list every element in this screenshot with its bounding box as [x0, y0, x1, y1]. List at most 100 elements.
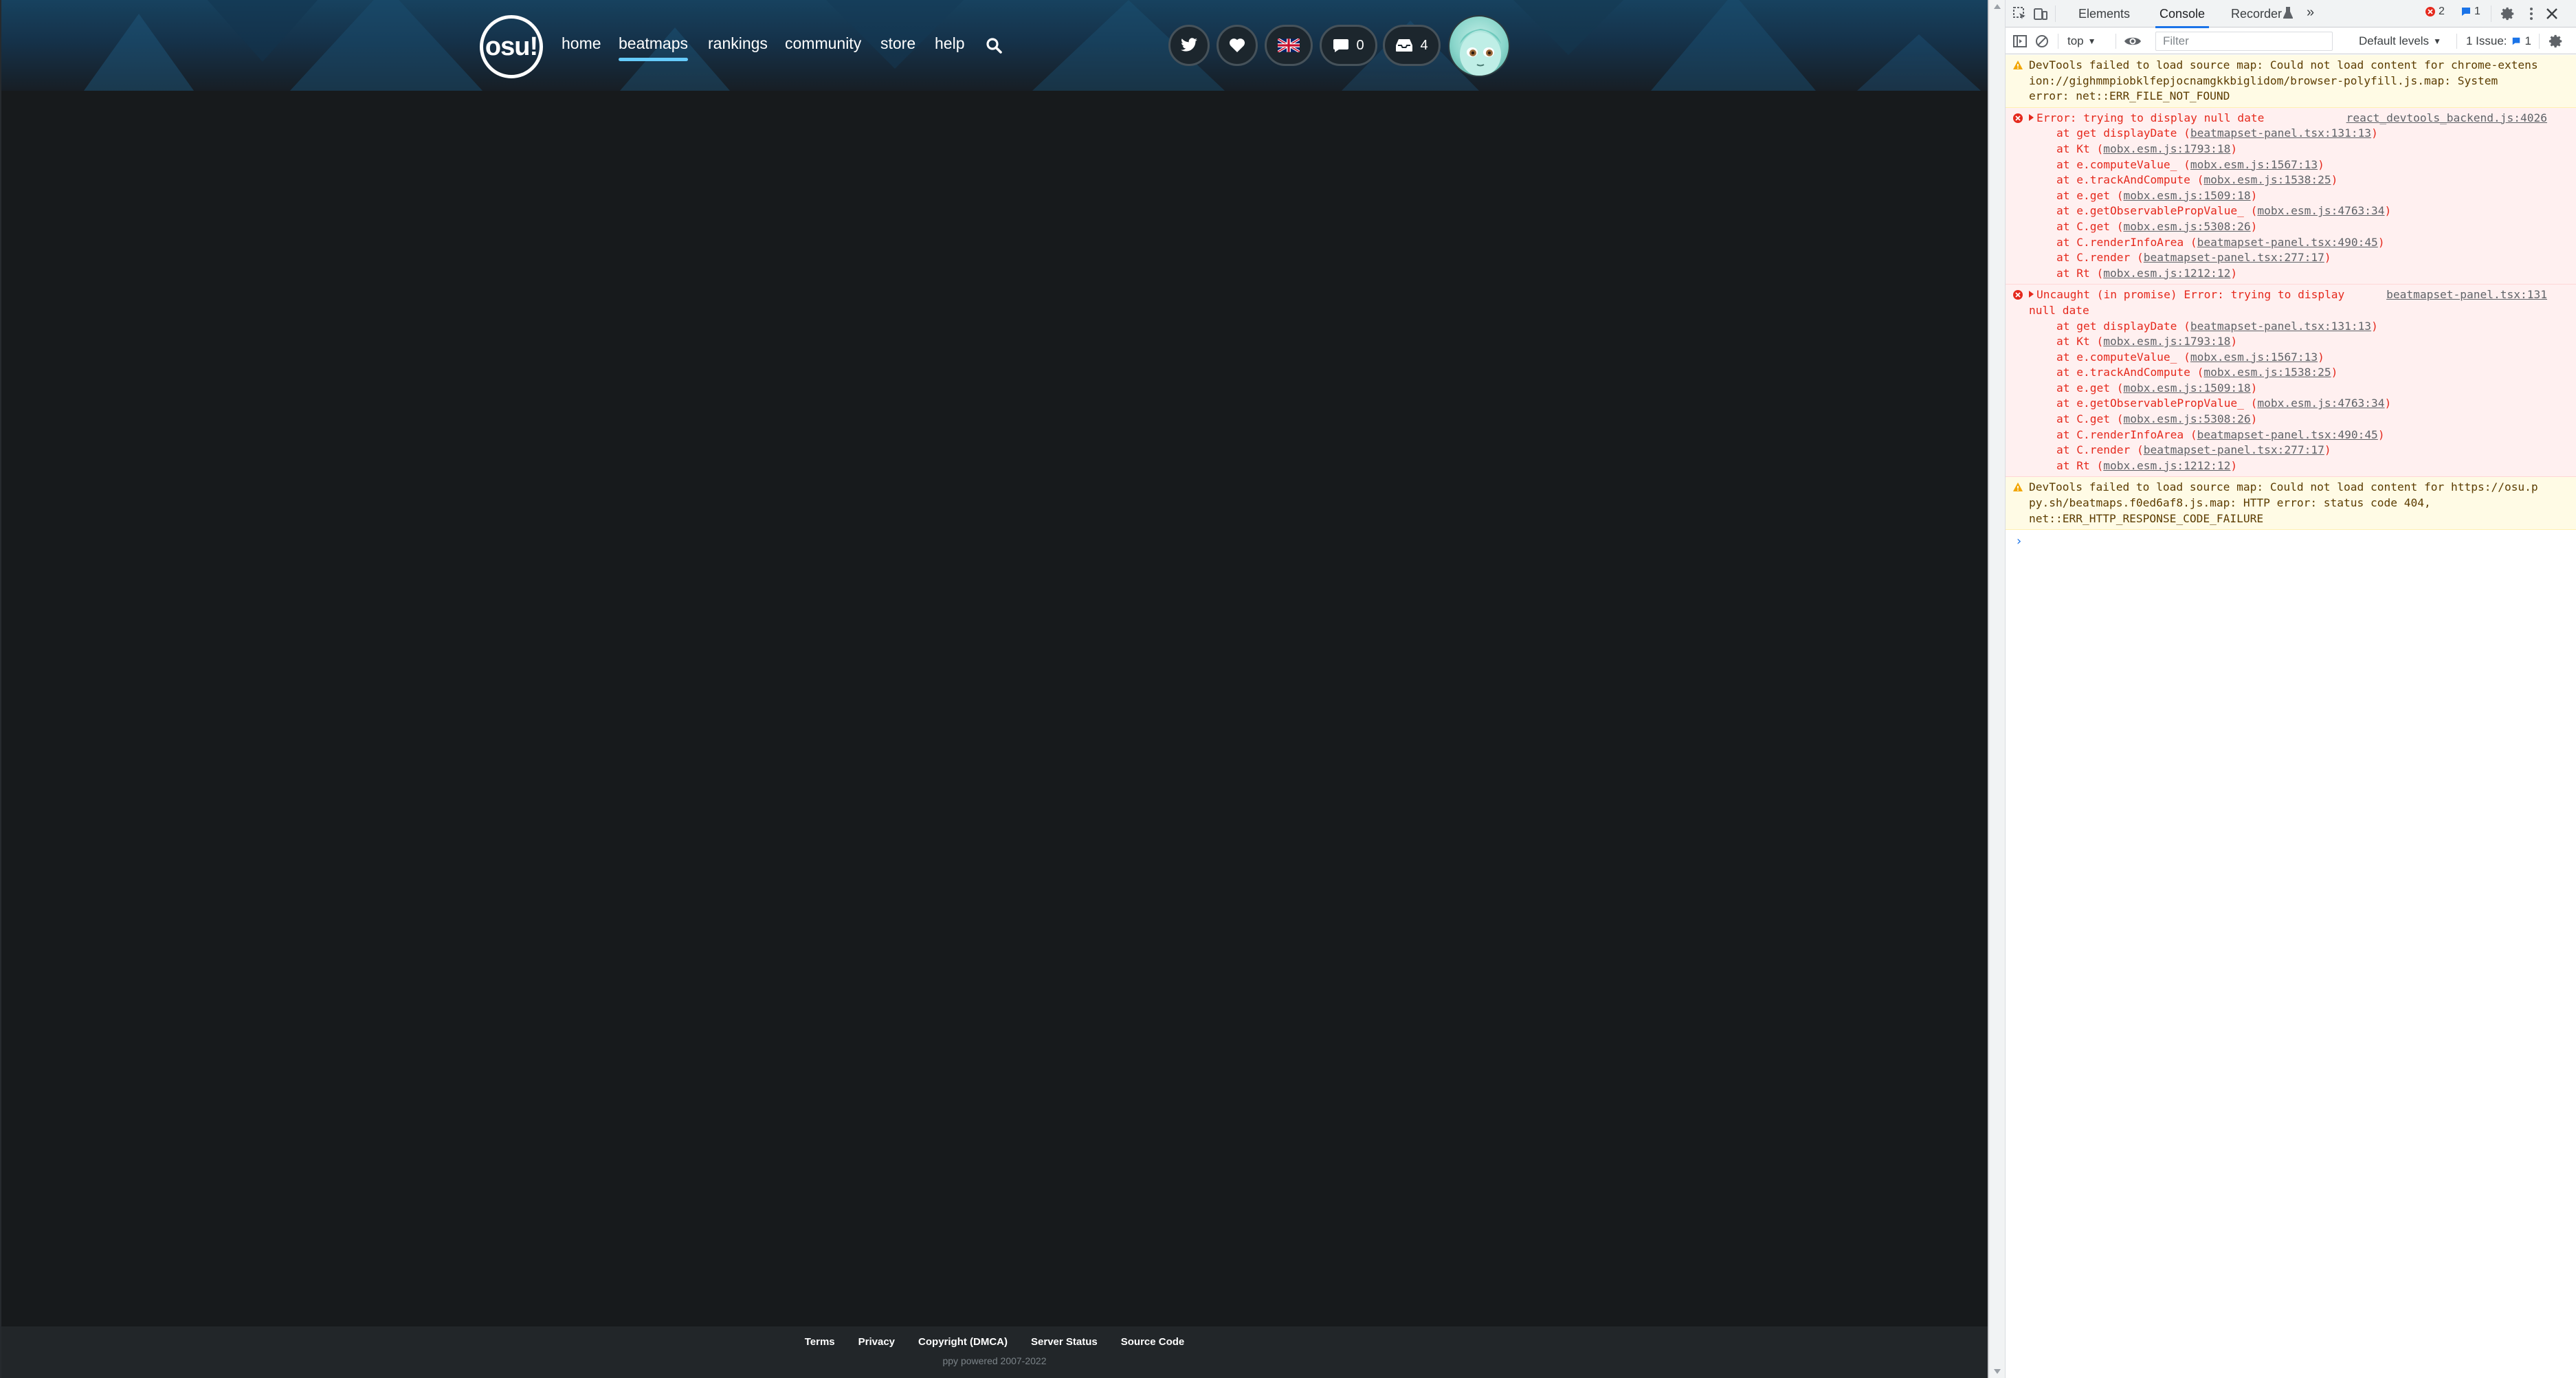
- info-count: 1: [2474, 5, 2480, 17]
- twitter-button[interactable]: [1168, 25, 1210, 66]
- console-line: py.sh/beatmaps.f0ed6af8.js.map: HTTP err…: [2029, 496, 2431, 510]
- language-button[interactable]: [1265, 25, 1313, 66]
- frame-source-link[interactable]: beatmapset-panel.tsx:277:17: [2144, 443, 2324, 456]
- footer-link-copyright[interactable]: Copyright (DMCA): [918, 1336, 1008, 1348]
- toolbar-divider: [2539, 34, 2540, 49]
- console-settings-icon[interactable]: [2549, 34, 2564, 49]
- console-prompt[interactable]: ›: [2006, 530, 2576, 550]
- issues-button[interactable]: 1 Issue: 1: [2466, 34, 2531, 48]
- frame-source-link[interactable]: beatmapset-panel.tsx:490:45: [2197, 236, 2378, 249]
- footer-link-source-code[interactable]: Source Code: [1121, 1336, 1185, 1348]
- device-toolbar-icon[interactable]: [2033, 6, 2048, 21]
- nav-home[interactable]: home: [562, 34, 601, 53]
- frame-source-link[interactable]: beatmapset-panel.tsx:131:13: [2190, 320, 2371, 333]
- notification-count: 4: [1420, 37, 1428, 53]
- frame-source-link[interactable]: beatmapset-panel.tsx:277:17: [2144, 251, 2324, 264]
- frame-source-link[interactable]: mobx.esm.js:1212:12: [2103, 459, 2230, 472]
- frame-source-link[interactable]: mobx.esm.js:1509:18: [2123, 189, 2250, 202]
- page-scrollbar[interactable]: [1989, 0, 2006, 1378]
- stack-frame: at Kt (mobx.esm.js:1793:18): [2029, 142, 2569, 157]
- devtools-tab-bar: Elements Console Recorder » 2 1: [2006, 0, 2576, 28]
- filter-input[interactable]: Filter: [2155, 32, 2333, 51]
- source-link[interactable]: beatmapset-panel.tsx:131: [2386, 287, 2547, 303]
- frame-text: at e.computeValue_ (: [2056, 350, 2190, 364]
- expand-triangle-icon[interactable]: [2029, 113, 2034, 121]
- context-selector[interactable]: top ▼: [2067, 34, 2096, 48]
- stack-frame: at e.get (mobx.esm.js:1509:18): [2029, 188, 2569, 204]
- stack-frame: at get displayDate (beatmapset-panel.tsx…: [2029, 126, 2569, 142]
- frame-source-link[interactable]: mobx.esm.js:5308:26: [2123, 412, 2250, 425]
- frame-text: ): [2324, 443, 2331, 457]
- frame-source-link[interactable]: mobx.esm.js:1509:18: [2123, 381, 2250, 394]
- tab-elements[interactable]: Elements: [2078, 7, 2130, 21]
- frame-source-link[interactable]: beatmapset-panel.tsx:490:45: [2197, 428, 2378, 441]
- nav-rankings[interactable]: rankings: [708, 34, 768, 53]
- tab-console[interactable]: Console: [2155, 7, 2210, 28]
- stack-frame: at e.computeValue_ (mobx.esm.js:1567:13): [2029, 350, 2569, 366]
- frame-source-link[interactable]: mobx.esm.js:4763:34: [2257, 397, 2384, 410]
- heart-icon: [1229, 38, 1245, 52]
- inspect-element-icon[interactable]: [2012, 6, 2028, 21]
- frame-text: ): [2230, 266, 2238, 280]
- more-tabs-button[interactable]: »: [2307, 5, 2314, 21]
- frame-source-link[interactable]: mobx.esm.js:1567:13: [2190, 158, 2318, 171]
- frame-source-link[interactable]: beatmapset-panel.tsx:131:13: [2190, 126, 2371, 140]
- close-icon[interactable]: [2544, 6, 2560, 21]
- frame-source-link[interactable]: mobx.esm.js:1793:18: [2103, 142, 2230, 155]
- inbox-icon: [1396, 39, 1413, 52]
- console-warning: DevTools failed to load source map: Coul…: [2006, 55, 2576, 108]
- frame-source-link[interactable]: mobx.esm.js:1538:25: [2203, 173, 2331, 186]
- error-message-cont: null date: [2029, 303, 2089, 317]
- osu-logo[interactable]: osu!: [480, 15, 543, 78]
- frame-source-link[interactable]: mobx.esm.js:1538:25: [2203, 366, 2331, 379]
- frame-source-link[interactable]: mobx.esm.js:1567:13: [2190, 351, 2318, 364]
- nav-store[interactable]: store: [880, 34, 915, 53]
- stack-frame: at C.render (beatmapset-panel.tsx:277:17…: [2029, 250, 2569, 266]
- stack-frame: at C.get (mobx.esm.js:5308:26): [2029, 219, 2569, 235]
- nav-help[interactable]: help: [935, 34, 964, 53]
- stack-frame: at C.get (mobx.esm.js:5308:26): [2029, 412, 2569, 427]
- expand-triangle-icon[interactable]: [2029, 291, 2034, 298]
- scroll-up-icon[interactable]: [1994, 4, 2001, 9]
- frame-text: ): [2377, 427, 2385, 441]
- chat-button[interactable]: 0: [1320, 25, 1377, 66]
- footer-link-server-status[interactable]: Server Status: [1031, 1336, 1098, 1348]
- uk-flag-icon: [1278, 38, 1300, 52]
- footer-link-terms[interactable]: Terms: [805, 1336, 835, 1348]
- frame-source-link[interactable]: mobx.esm.js:1212:12: [2103, 267, 2230, 280]
- notifications-button[interactable]: 4: [1383, 25, 1441, 66]
- info-counter[interactable]: 1: [2461, 5, 2480, 18]
- tab-recorder[interactable]: Recorder: [2231, 7, 2282, 21]
- console-line: error: net::ERR_FILE_NOT_FOUND: [2029, 89, 2230, 103]
- search-icon[interactable]: [986, 37, 1002, 54]
- frame-text: ): [2230, 458, 2238, 472]
- frame-text: at C.renderInfoArea (: [2056, 235, 2197, 249]
- frame-text: at e.computeValue_ (: [2056, 157, 2190, 171]
- frame-source-link[interactable]: mobx.esm.js:5308:26: [2123, 220, 2250, 233]
- error-count: 2: [2439, 5, 2445, 17]
- page-footer: Terms Privacy Copyright (DMCA) Server St…: [1, 1326, 1988, 1378]
- frame-text: ): [2384, 204, 2392, 218]
- nav-beatmaps[interactable]: beatmaps: [619, 34, 689, 61]
- frame-text: at Kt (: [2056, 142, 2104, 155]
- sidebar-toggle-icon[interactable]: [2012, 34, 2028, 49]
- frame-source-link[interactable]: mobx.esm.js:4763:34: [2257, 204, 2384, 217]
- stack-frame: at get displayDate (beatmapset-panel.tsx…: [2029, 319, 2569, 335]
- source-link[interactable]: react_devtools_backend.js:4026: [2346, 111, 2547, 126]
- error-counter[interactable]: 2: [2425, 5, 2445, 18]
- log-levels-dropdown[interactable]: Default levels ▼: [2359, 34, 2441, 48]
- frame-source-link[interactable]: mobx.esm.js:1793:18: [2103, 335, 2230, 348]
- settings-gear-icon[interactable]: [2500, 6, 2516, 21]
- frame-text: ): [2377, 235, 2385, 249]
- nav-community[interactable]: community: [785, 34, 861, 53]
- stack-frame: at e.getObservablePropValue_ (mobx.esm.j…: [2029, 203, 2569, 219]
- live-expression-eye-icon[interactable]: [2124, 34, 2142, 49]
- kebab-menu-icon[interactable]: [2524, 6, 2539, 21]
- support-button[interactable]: [1217, 25, 1258, 66]
- clear-console-icon[interactable]: [2034, 34, 2050, 49]
- scroll-down-icon[interactable]: [1994, 1369, 2001, 1374]
- footer-link-privacy[interactable]: Privacy: [858, 1336, 895, 1348]
- frame-text: ): [2371, 126, 2378, 140]
- stack-frame: at Kt (mobx.esm.js:1793:18): [2029, 334, 2569, 350]
- user-avatar[interactable]: [1448, 15, 1510, 77]
